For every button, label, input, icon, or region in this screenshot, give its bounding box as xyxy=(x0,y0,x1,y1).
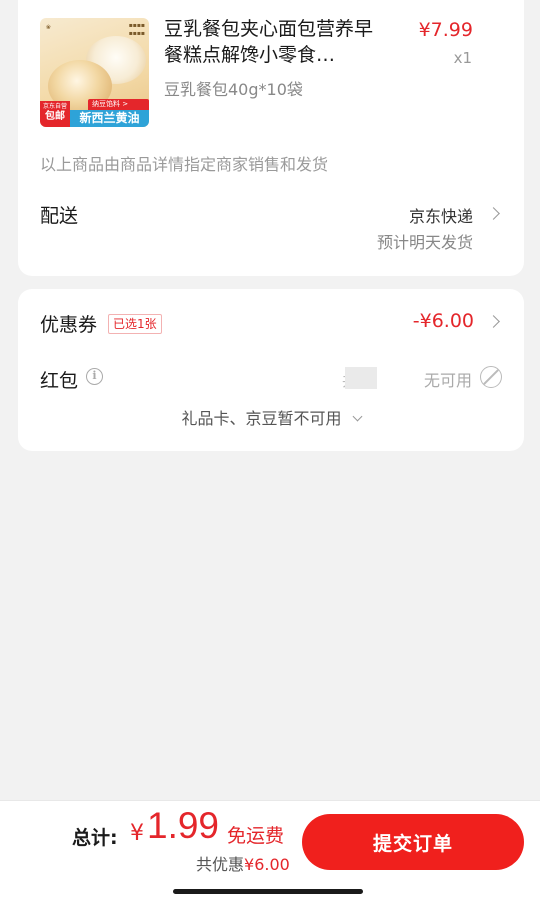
delivery-eta: 预计明天发货 xyxy=(376,233,473,252)
product-quantity: x1 xyxy=(453,49,472,67)
delivery-label: 配送 xyxy=(40,205,79,227)
saved-label: 共优惠 xyxy=(196,855,245,874)
giftcard-toggle[interactable]: 礼品卡、京豆暂不可用 xyxy=(18,405,524,429)
checkout-bar: 总计: ¥ 1.99 免运费 共优惠¥6.00 提交订单 xyxy=(0,800,540,902)
thumbnail-band: 新西兰黄油 xyxy=(70,110,149,127)
coupon-label: 优惠券 xyxy=(40,314,98,336)
thumbnail-filling-pill: 纳豆馅料 > 23% xyxy=(88,99,149,119)
badge-big-label: 包邮 xyxy=(45,111,65,122)
shipping-fee: 免运费 xyxy=(227,825,285,847)
red-packet-status: 无可用 xyxy=(423,371,472,390)
chevron-down-icon xyxy=(352,411,362,422)
self-operated-badge: 京东自营 包邮 xyxy=(40,101,70,127)
saved-summary: 共优惠¥6.00 xyxy=(196,851,290,875)
saved-amount: ¥6.00 xyxy=(244,855,290,874)
seller-note: 以上商品由商品详情指定商家销售和发货 xyxy=(40,155,329,174)
redaction-block xyxy=(345,367,377,389)
home-indicator[interactable] xyxy=(173,889,363,894)
product-price: ¥7.99 xyxy=(418,19,473,41)
currency-symbol: ¥ xyxy=(130,821,144,846)
info-icon[interactable]: i xyxy=(86,368,103,385)
coupon-amount[interactable]: -¥6.00 xyxy=(413,310,474,332)
total-amount: 1.99 xyxy=(147,805,220,846)
badge-small-label: 京东自营 xyxy=(42,103,67,110)
submit-order-button[interactable]: 提交订单 xyxy=(302,814,524,870)
product-spec: 豆乳餐包40g*10袋 xyxy=(164,80,303,99)
product-title[interactable]: 豆乳餐包夹心面包营养早餐糕点解馋小零食… xyxy=(164,16,389,68)
thumbnail-corner-tag: ▪▪▪▪ ▪▪▪▪ xyxy=(128,22,145,37)
total-label: 总计: xyxy=(72,827,118,849)
brand-logo-icon: ❀ xyxy=(46,24,52,31)
giftcard-note: 礼品卡、京豆暂不可用 xyxy=(181,409,342,428)
coupon-selected-tag: 已选1张 xyxy=(108,314,162,334)
delivery-method[interactable]: 京东快递 xyxy=(409,203,473,227)
discount-card: 优惠券 已选1张 -¥6.00 红包 i 共 无可用 礼品卡、京豆暂不可用 xyxy=(18,289,524,451)
red-packet-label: 红包 xyxy=(40,370,79,392)
unavailable-icon xyxy=(480,366,502,388)
chevron-right-icon[interactable] xyxy=(487,315,500,328)
product-card: ❀ ▪▪▪▪▪▪▪▪ 纳豆馅料 > 23% 京东自营 包邮 新西兰黄油 豆乳餐包… xyxy=(18,0,524,276)
chevron-right-icon[interactable] xyxy=(487,207,500,220)
product-thumbnail[interactable]: ❀ ▪▪▪▪▪▪▪▪ 纳豆馅料 > 23% 京东自营 包邮 新西兰黄油 xyxy=(40,18,149,127)
